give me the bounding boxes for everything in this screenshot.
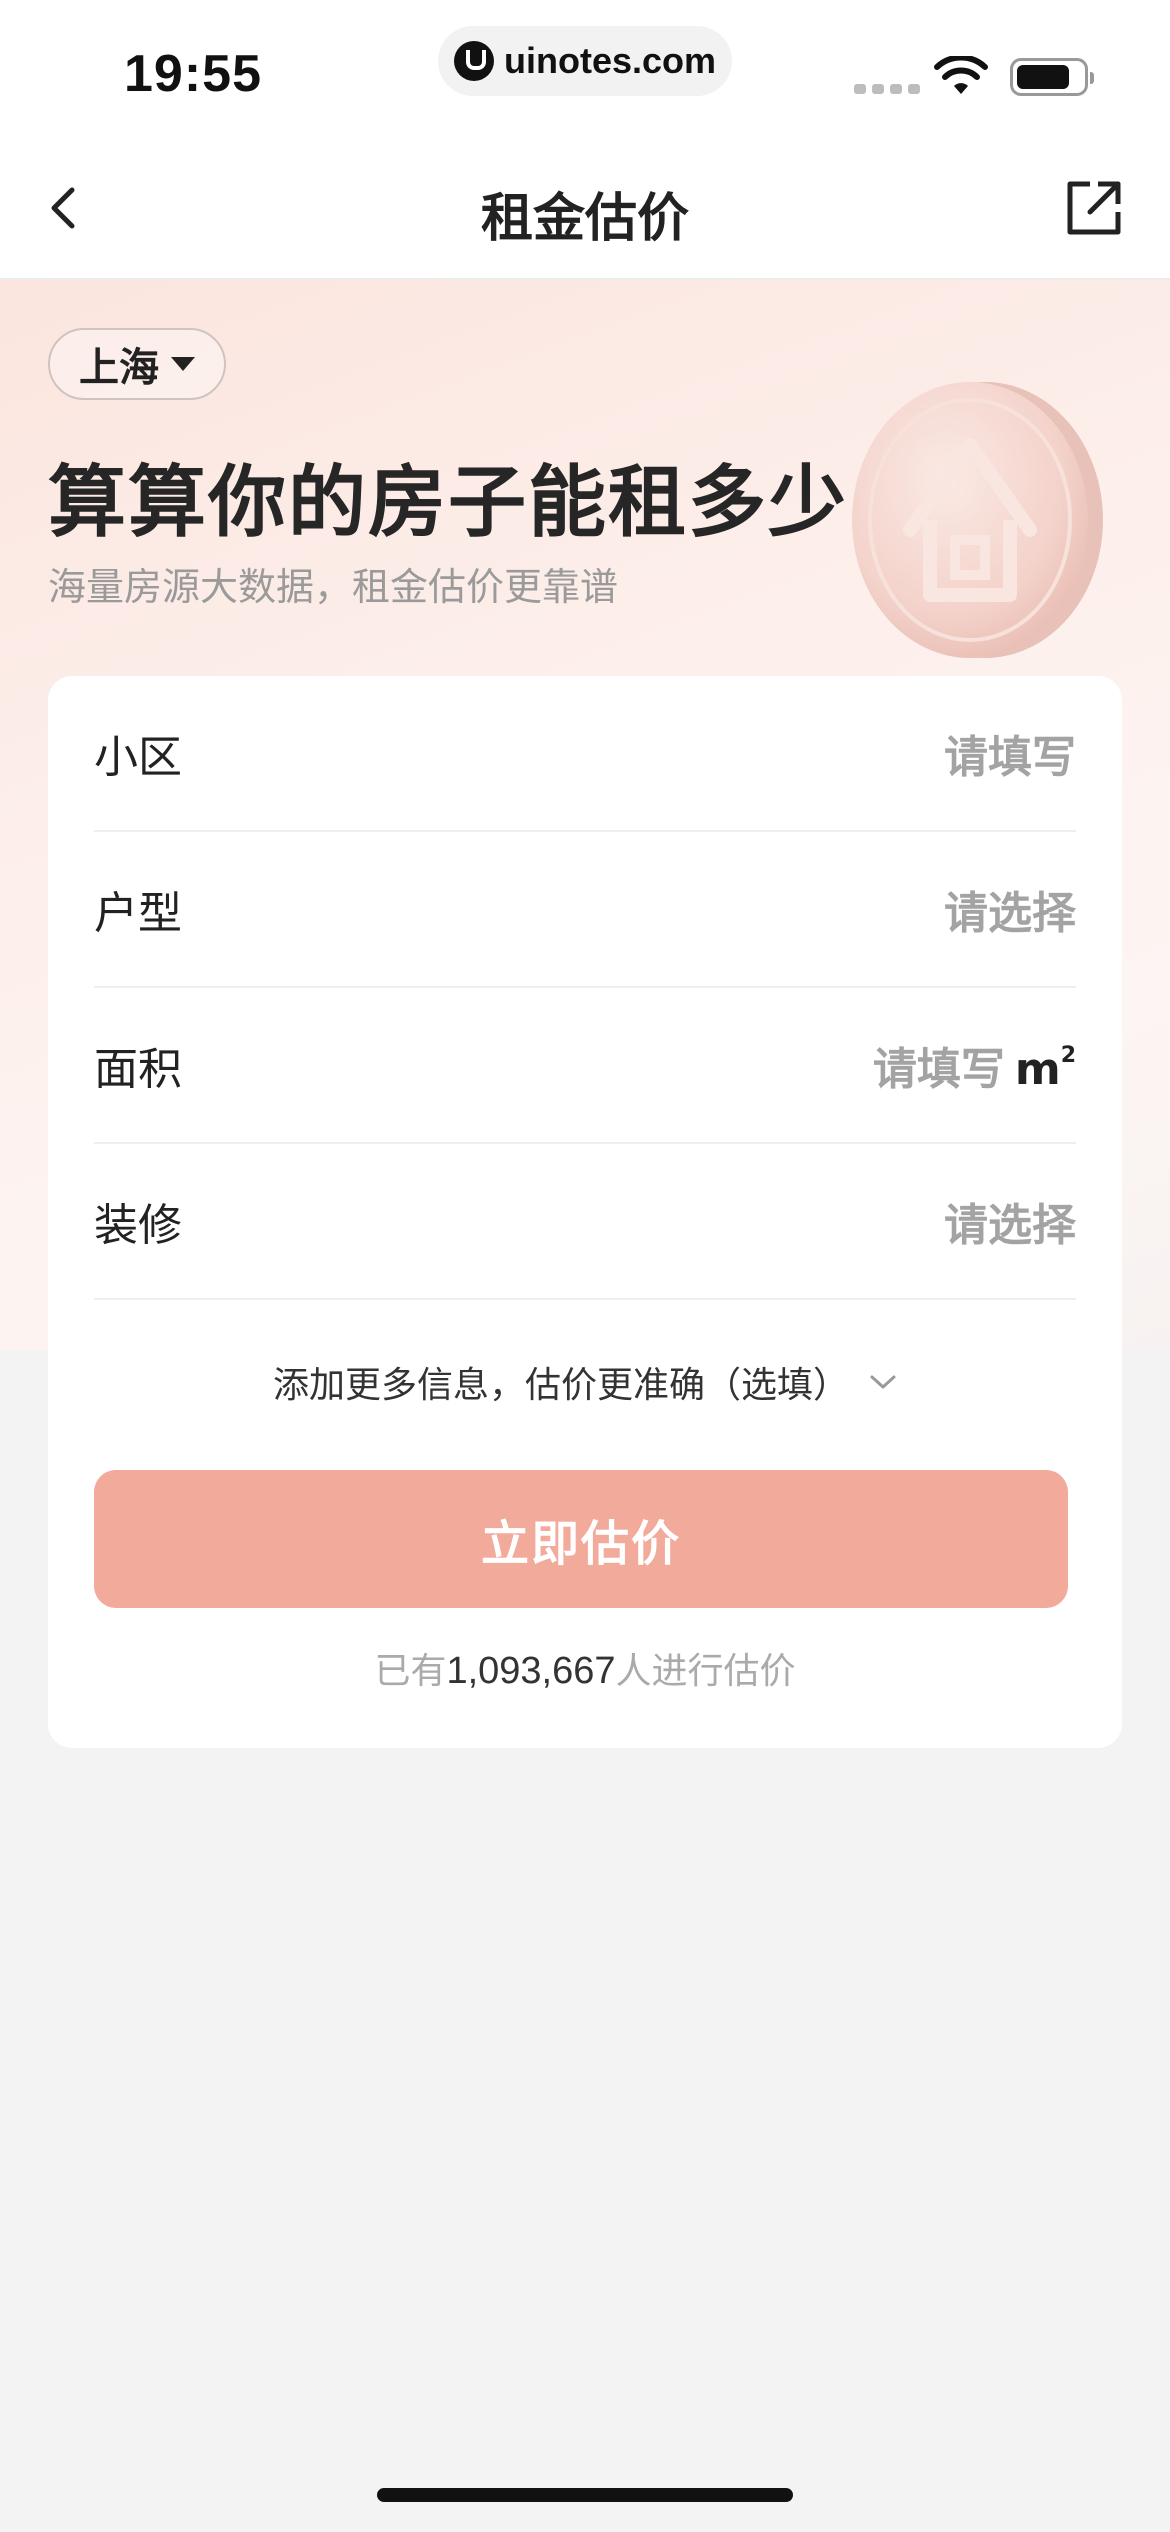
community-input[interactable]: 请填写 (944, 721, 1076, 785)
usage-count: 1,093,667 (446, 1650, 616, 1692)
usage-count-line: 已有1,093,667人进行估价 (374, 1650, 796, 1692)
form-label: 户型 (94, 888, 182, 939)
form-row-layout[interactable]: 户型 请选择 (94, 832, 1076, 988)
site-logo-icon (453, 41, 494, 81)
url-text: uinotes.com (503, 40, 717, 81)
area-input[interactable]: 请填写 (873, 1044, 1005, 1095)
form-label: 小区 (94, 732, 182, 783)
form-row-area[interactable]: 面积 请填写 m2 (94, 988, 1076, 1144)
more-info-toggle[interactable]: 添加更多信息，估价更准确（选填） (48, 1352, 1122, 1412)
estimate-button[interactable]: 立即估价 (94, 1470, 1068, 1608)
status-time: 19:55 (124, 45, 262, 103)
form-label: 面积 (94, 1044, 182, 1095)
cellular-signal-icon (854, 84, 920, 94)
page: 19:55 uinotes.com 租金估价 上海 算算你的房子能租多少 海量房… (0, 0, 1170, 2532)
estimate-form-card: 小区 请填写 户型 请选择 面积 请填写 m2 装修 请选择 添加更多信息，估价更… (48, 676, 1122, 1748)
more-info-label: 添加更多信息，估价更准确（选填） (272, 1365, 849, 1406)
hero-title: 算算你的房子能租多少 (48, 458, 849, 548)
city-label: 上海 (79, 345, 159, 391)
unit-label: m2 (1014, 1043, 1076, 1095)
form-row-community[interactable]: 小区 请填写 (94, 676, 1076, 832)
nav-bar: 租金估价 (0, 140, 1170, 280)
wifi-icon (934, 56, 988, 94)
battery-icon (1010, 58, 1094, 96)
house-coin-icon (852, 382, 1103, 658)
external-link-icon[interactable] (1064, 178, 1124, 238)
form-row-decoration[interactable]: 装修 请选择 (94, 1144, 1076, 1300)
home-indicator[interactable] (377, 2488, 793, 2502)
caret-down-icon (171, 357, 195, 371)
page-title: 租金估价 (480, 189, 689, 249)
url-pill[interactable]: uinotes.com (438, 26, 732, 96)
form-label: 装修 (94, 1200, 182, 1251)
decoration-select[interactable]: 请选择 (944, 1189, 1076, 1253)
area-input-wrap[interactable]: 请填写 m2 (873, 1033, 1076, 1097)
estimate-button-label: 立即估价 (480, 1518, 681, 1571)
chevron-down-icon (870, 1375, 896, 1389)
layout-select[interactable]: 请选择 (944, 877, 1076, 941)
city-selector[interactable]: 上海 (48, 328, 226, 400)
hero-subtitle: 海量房源大数据，租金估价更靠谱 (48, 565, 619, 609)
status-bar: 19:55 uinotes.com (0, 0, 1170, 140)
